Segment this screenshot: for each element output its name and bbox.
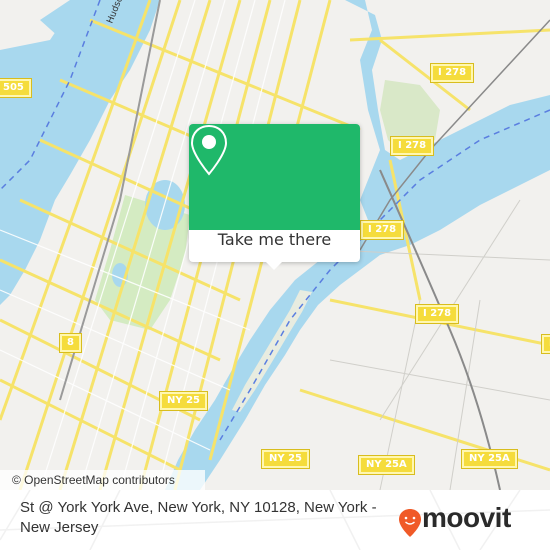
popup-pointer bbox=[266, 262, 282, 270]
footer: St @ York York Ave, New York, NY 10128, … bbox=[0, 490, 550, 550]
route-shield-ny25a: NY 25A bbox=[358, 455, 415, 475]
moovit-logo[interactable]: moovit bbox=[398, 502, 511, 538]
route-shield-8: 8 bbox=[59, 333, 82, 353]
route-shield-ny25: NY 25 bbox=[260, 449, 311, 469]
take-me-there-button[interactable]: Take me there bbox=[189, 230, 360, 262]
map-attribution[interactable]: © OpenStreetMap contributors bbox=[0, 470, 205, 490]
highway-shield-i278: I 278 bbox=[389, 136, 435, 156]
map-pin-icon bbox=[190, 124, 228, 176]
highway-shield-edge: I bbox=[541, 334, 550, 354]
moovit-pin-icon bbox=[399, 509, 421, 537]
location-popup: Take me there bbox=[189, 124, 360, 270]
highway-shield-505: 505 bbox=[0, 78, 32, 98]
moovit-wordmark: moovit bbox=[422, 502, 511, 533]
highway-shield-i278: I 278 bbox=[359, 220, 405, 240]
popup-header bbox=[189, 124, 360, 230]
highway-shield-i278: I 278 bbox=[429, 63, 475, 83]
highway-shield-i278: I 278 bbox=[414, 304, 460, 324]
reservoir bbox=[145, 180, 185, 230]
address-text: St @ York York Ave, New York, NY 10128, … bbox=[20, 499, 377, 536]
route-shield-ny25a: NY 25A bbox=[461, 449, 518, 469]
map[interactable]: Hudson 505 I 278 I 278 I 278 I 278 8 NY … bbox=[0, 0, 550, 490]
route-shield-ny25: NY 25 bbox=[158, 391, 209, 411]
